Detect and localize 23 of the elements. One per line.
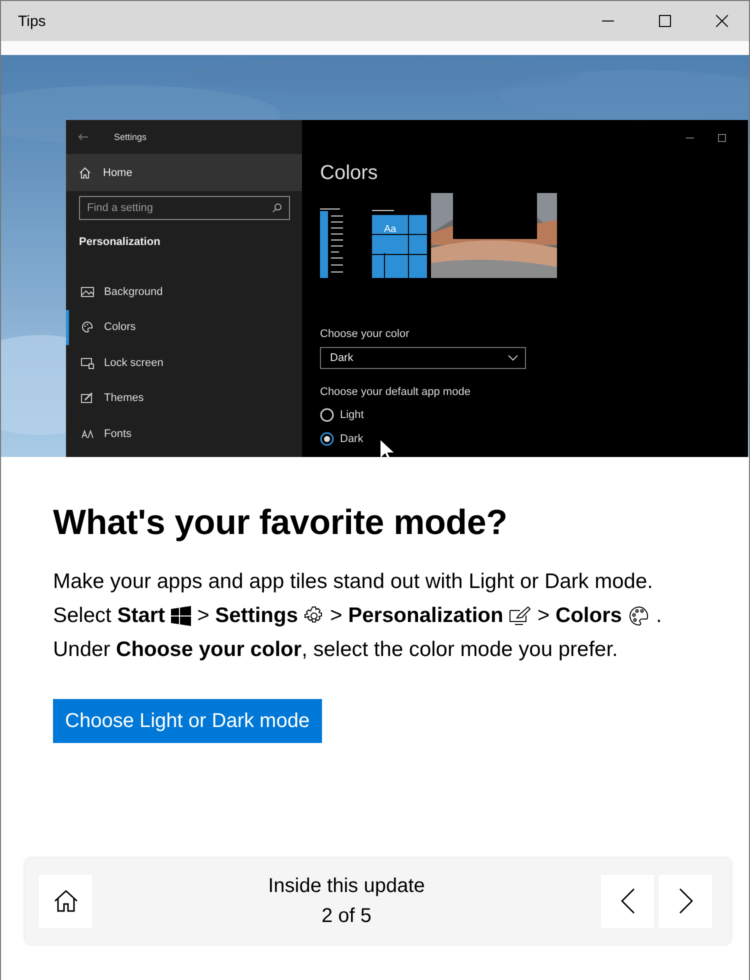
body-text: Make your apps and app tiles stand out with Light or Dark mode. <box>53 569 654 595</box>
body-text: > Settings <box>197 603 298 629</box>
window-title: Tips <box>18 12 46 30</box>
windows-logo-icon <box>171 606 192 626</box>
palette-icon <box>628 606 650 626</box>
body-text: Select Start <box>53 603 166 629</box>
body-text: > Colors <box>537 603 622 629</box>
maximize-icon[interactable] <box>659 15 671 27</box>
footer-title: Inside this update <box>268 874 425 899</box>
previous-button[interactable] <box>601 874 654 928</box>
tip-heading: What's your favorite mode? <box>53 503 508 543</box>
next-button[interactable] <box>659 874 712 928</box>
pen-on-screen-icon <box>509 606 532 626</box>
chevron-right-icon <box>678 888 692 914</box>
home-button[interactable] <box>39 874 92 928</box>
home-icon <box>54 890 78 912</box>
page-counter: 2 of 5 <box>321 904 372 929</box>
body-text: > Personalization <box>330 603 504 629</box>
choose-mode-button[interactable]: Choose Light or Dark mode <box>53 699 322 743</box>
chevron-left-icon <box>620 888 634 914</box>
close-icon[interactable] <box>716 15 728 27</box>
body-text: . <box>656 603 662 629</box>
body-text: Under Choose your color, select the color mode you prefer. <box>53 637 619 663</box>
